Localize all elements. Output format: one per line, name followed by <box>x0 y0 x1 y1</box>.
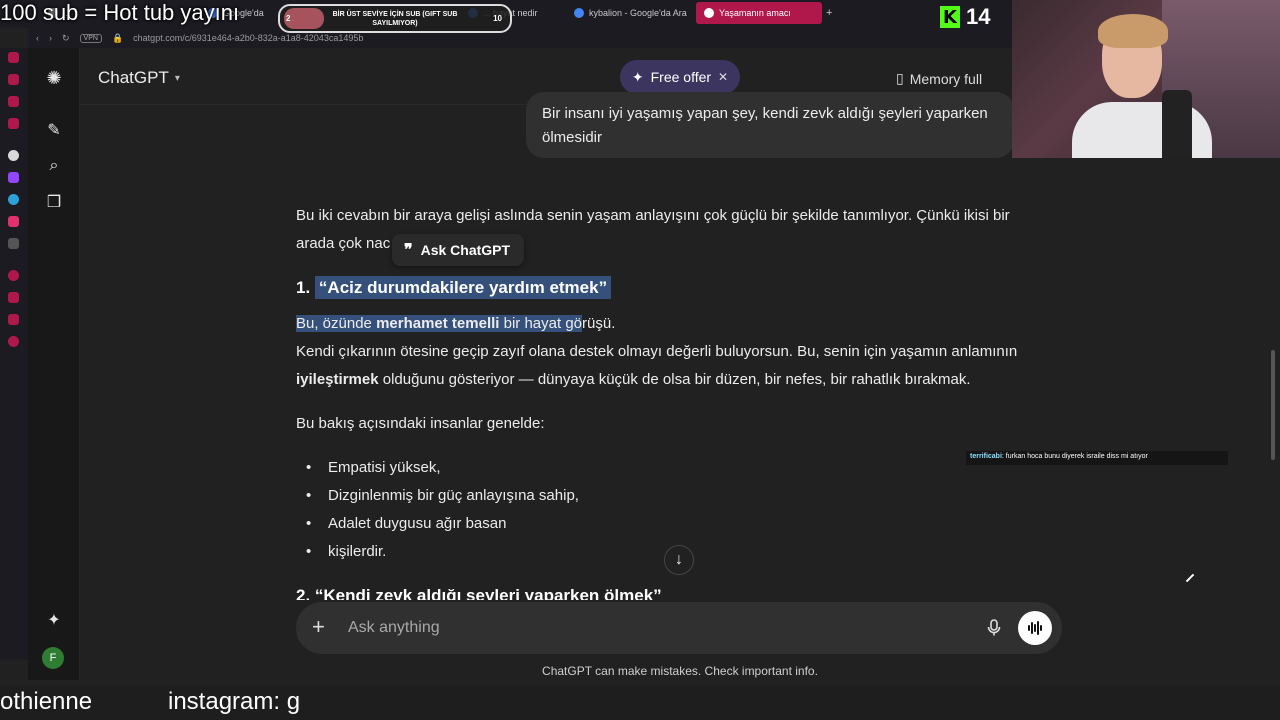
search-icon[interactable]: ⌕ <box>44 156 64 176</box>
instagram-icon[interactable] <box>8 216 19 227</box>
bullet-list: Empatisi yüksek, Dizginlenmiş bir güç an… <box>304 454 579 566</box>
viewer-count: 14 <box>966 4 991 29</box>
list-item: kişilerdir. <box>304 538 579 566</box>
model-selector[interactable]: ChatGPT ▾ <box>98 68 180 88</box>
plus-icon[interactable]: + <box>312 615 325 639</box>
sub-goal-current: 2 <box>286 14 291 23</box>
response-paragraph-1: Bu, özünde merhamet temelli bir hayat gö… <box>296 310 615 338</box>
library-icon[interactable]: ❒ <box>44 192 64 212</box>
sparkle-icon[interactable]: ✦ <box>44 610 64 630</box>
twitch-icon[interactable] <box>8 172 19 183</box>
url-text[interactable]: chatgpt.com/c/6931e464-a2b0-832a-a1a8-42… <box>133 33 363 43</box>
app-icon[interactable] <box>8 270 19 281</box>
arrow-down-icon: ↓ <box>675 551 683 568</box>
prompt-input[interactable] <box>348 616 948 640</box>
model-label: ChatGPT <box>98 68 169 87</box>
paragraph-text: olduğunu gösteriyor — dünyaya küçük de o… <box>378 371 971 388</box>
x-icon[interactable] <box>8 238 19 249</box>
address-bar: ‹ › ↻ VPN 🔒 chatgpt.com/c/6931e464-a2b0-… <box>28 28 1012 48</box>
paragraph-text: rüşü. <box>582 315 616 332</box>
settings-icon[interactable] <box>8 336 19 347</box>
sub-goal-target: 10 <box>493 14 502 23</box>
response-intro-line1: Bu iki cevabın bir araya gelişi aslında … <box>296 207 1010 224</box>
webcam-overlay <box>1012 0 1280 158</box>
memory-label: Memory full <box>909 70 983 87</box>
close-icon[interactable]: ✕ <box>718 70 728 84</box>
voice-mode-button[interactable] <box>1018 611 1052 645</box>
ask-chatgpt-button[interactable]: ❞ Ask ChatGPT <box>392 234 524 266</box>
stream-ticker-right: instagram: g <box>168 688 301 715</box>
plus-icon: + <box>826 7 833 19</box>
response-paragraph-2-line1: Kendi çıkarının ötesine geçip zayıf olan… <box>296 343 1018 360</box>
app-icon[interactable] <box>8 74 19 85</box>
scrollbar[interactable] <box>1271 350 1275 460</box>
reload-icon[interactable]: ↻ <box>62 33 70 44</box>
forward-icon[interactable]: › <box>49 33 52 43</box>
response-paragraph-3: Bu bakış açısındaki insanlar genelde: <box>296 415 545 432</box>
stream-chat-message: terrificabi: furkan hoca bunu diyerek is… <box>966 451 1228 465</box>
disclaimer-text: ChatGPT can make mistakes. Check importa… <box>542 664 818 678</box>
streamer-hair <box>1098 14 1168 48</box>
browser-tab[interactable]: kybalion - Google'da Ara <box>566 2 692 24</box>
browser-tab-active[interactable]: Yaşamanın amacı <box>696 2 822 24</box>
vpn-badge[interactable]: VPN <box>79 33 102 43</box>
new-tab-button[interactable]: + <box>824 2 838 24</box>
tab-favicon <box>574 8 584 18</box>
tab-label: Yaşamanın amacı <box>719 8 791 18</box>
selected-text: bir hayat gö <box>499 315 583 332</box>
free-offer-label: Free offer <box>650 69 712 85</box>
bold-text: iyileştirmek <box>296 371 379 388</box>
back-icon[interactable]: ‹ <box>36 33 39 43</box>
composer: + <box>296 602 1062 654</box>
kick-viewer-counter: K 14 <box>940 4 990 30</box>
selected-bold-text: merhamet temelli <box>376 315 500 332</box>
sparkle-icon: ✦ <box>631 68 644 85</box>
tab-label: kybalion - Google'da Ara <box>589 8 687 18</box>
microphone-arm <box>1162 90 1192 158</box>
app-icon[interactable] <box>8 52 19 63</box>
heading-number: 1. <box>296 278 311 297</box>
scroll-down-button[interactable]: ↓ <box>664 545 694 575</box>
section-heading-2: 2. “Kendi zevk aldığı şeyleri yaparken ö… <box>296 586 662 600</box>
app-icon[interactable] <box>8 118 19 129</box>
list-item: Dizginlenmiş bir güç anlayışına sahip, <box>304 482 579 510</box>
waveform-icon <box>1028 621 1042 635</box>
memory-icon: ▯ <box>896 70 904 86</box>
stream-ticker-left: othienne <box>0 688 93 715</box>
list-item: Empatisi yüksek, <box>304 454 579 482</box>
kick-logo-icon: K <box>940 6 960 28</box>
ask-chatgpt-label: Ask ChatGPT <box>420 242 511 258</box>
chatgpt-app-icon[interactable] <box>8 150 19 161</box>
chat-text: : furkan hoca bunu diyerek israile diss … <box>1001 453 1148 460</box>
selected-text: Bu, özünde <box>296 315 377 332</box>
memory-full-button[interactable]: ▯ Memory full <box>896 70 982 87</box>
list-item: Adalet duygusu ağır basan <box>304 510 579 538</box>
chevron-down-icon: ▾ <box>174 72 180 84</box>
microphone-icon[interactable] <box>984 617 1004 639</box>
telegram-icon[interactable] <box>8 194 19 205</box>
response-intro-line2: arada çok nac <box>296 235 391 252</box>
quote-icon: ❞ <box>404 242 413 259</box>
section-heading-1: 1. “Aciz durumdakilere yardım etmek” <box>296 276 612 300</box>
new-chat-icon[interactable]: ✎ <box>44 120 64 140</box>
free-offer-button[interactable]: ✦ Free offer ✕ <box>620 60 740 94</box>
mouse-cursor-icon <box>1185 573 1195 583</box>
lock-icon: 🔒 <box>111 32 124 43</box>
openai-logo-icon[interactable]: ✺ <box>44 68 64 88</box>
app-icon[interactable] <box>8 314 19 325</box>
browser-side-strip <box>0 48 28 660</box>
response-paragraph-2-line2: iyileştirmek olduğunu gösteriyor — dünya… <box>296 366 971 394</box>
app-icon[interactable] <box>8 96 19 107</box>
streamer-image <box>1072 14 1212 158</box>
chat-username: terrificabi <box>970 453 1002 460</box>
chatgpt-sidebar: ✺ ✎ ⌕ ❒ ✦ F <box>28 48 80 680</box>
heading-text-selected: “Aciz durumdakilere yardım etmek” <box>314 276 612 299</box>
stream-goal-text: 100 sub = Hot tub yayını <box>0 0 240 25</box>
user-message: Bir insanı iyi yaşamış yapan şey, kendi … <box>526 92 1014 158</box>
tab-favicon <box>704 8 714 18</box>
app-icon[interactable] <box>8 292 19 303</box>
sub-goal-widget: 2 BİR ÜST SEVİYE İÇİN SUB (GIFT SUB SAYI… <box>278 4 512 33</box>
